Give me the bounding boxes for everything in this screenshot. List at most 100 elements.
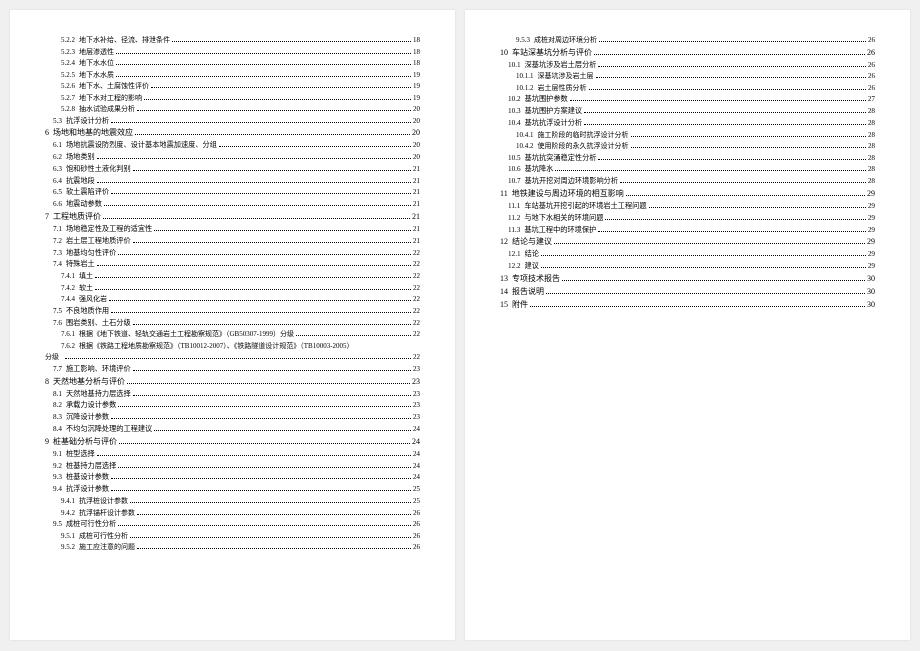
toc-entry-page: 21 xyxy=(413,187,420,198)
toc-entry: 5.2.8抽水试验成果分析20 xyxy=(45,104,420,115)
toc-entry-number: 10.4 xyxy=(508,118,521,129)
toc-entry-page: 29 xyxy=(868,261,875,272)
toc-entry: 9.1桩型选择24 xyxy=(45,449,420,460)
toc-entry-title: 地震动参数 xyxy=(66,199,102,210)
toc-entry-page: 29 xyxy=(867,236,875,248)
toc-entry-number: 7.1 xyxy=(53,224,62,235)
toc-entry-page: 30 xyxy=(867,286,875,298)
toc-entry-number: 12.1 xyxy=(508,249,521,260)
toc-entry-title: 场地类别 xyxy=(66,152,95,163)
toc-entry-page: 29 xyxy=(868,213,875,224)
toc-entry: 15附件30 xyxy=(500,299,875,311)
toc-entry-number: 10.5 xyxy=(508,153,521,164)
toc-entry-title: 基坑开挖对周边环境影响分析 xyxy=(525,176,618,187)
toc-entry-page: 26 xyxy=(868,35,875,46)
toc-entry-number: 8.1 xyxy=(53,389,62,400)
toc-entry-number: 15 xyxy=(500,299,508,311)
toc-dots xyxy=(133,370,411,371)
toc-entry-title: 桩基设计参数 xyxy=(66,472,109,483)
toc-dots xyxy=(598,231,866,232)
toc-dots xyxy=(589,89,867,90)
toc-entry-page: 26 xyxy=(868,71,875,82)
toc-dots xyxy=(541,255,866,256)
toc-dots xyxy=(626,195,865,196)
toc-entry-page: 22 xyxy=(413,271,420,282)
toc-entry-page: 22 xyxy=(413,294,420,305)
toc-entry-page: 21 xyxy=(413,224,420,235)
toc-entry: 10.1.1深基坑涉及岩土层26 xyxy=(500,71,875,82)
toc-entry: 10.4.1施工阶段的临时抗浮设计分析28 xyxy=(500,130,875,141)
toc-entry-number: 6.4 xyxy=(53,176,62,187)
toc-entry: 5.2.7地下水对工程的影响19 xyxy=(45,93,420,104)
toc-entry-title: 基坑抗突涌稳定性分析 xyxy=(525,153,597,164)
toc-entry-title: 特殊岩土 xyxy=(66,259,95,270)
toc-entry: 8.4不均匀沉降处理的工程建议24 xyxy=(45,424,420,435)
toc-dots xyxy=(116,53,411,54)
toc-entry-number: 12.2 xyxy=(508,261,521,272)
toc-entry: 9.5.3成桩对周边环境分析26 xyxy=(500,35,875,46)
toc-entry-number: 7.3 xyxy=(53,248,62,259)
toc-dots xyxy=(154,230,411,231)
toc-dots xyxy=(605,219,865,220)
toc-entry-number: 10.1.1 xyxy=(516,71,534,82)
toc-entry: 5.2.3地层渗透性18 xyxy=(45,47,420,58)
toc-dots xyxy=(620,182,866,183)
toc-dots xyxy=(598,159,865,160)
toc-entry-number: 10 xyxy=(500,47,508,59)
toc-entry-page: 22 xyxy=(413,352,420,363)
toc-entry-number: 9.4.1 xyxy=(61,496,75,507)
toc-entry-page: 25 xyxy=(413,496,420,507)
toc-dots xyxy=(111,478,411,479)
toc-entry-number: 10.4.1 xyxy=(516,130,534,141)
toc-entry-page: 29 xyxy=(868,201,875,212)
toc-entry-page: 20 xyxy=(413,116,420,127)
toc-entry-title: 地下水、土腐蚀性评价 xyxy=(79,81,149,92)
toc-dots xyxy=(599,41,866,42)
toc-entry-number: 11 xyxy=(500,188,508,200)
toc-entry-title: 抽水试验成果分析 xyxy=(79,104,135,115)
toc-entry-title: 场地稳定性及工程的适宜性 xyxy=(66,224,152,235)
toc-entry: 8天然地基分析与评价23 xyxy=(45,376,420,388)
toc-entry: 11.2与地下水相关的环境问题29 xyxy=(500,213,875,224)
toc-entry: 10.4基坑抗浮设计分析28 xyxy=(500,118,875,129)
toc-entry-number: 5.2.3 xyxy=(61,47,75,58)
toc-entry: 7.7施工影响、环境评价23 xyxy=(45,364,420,375)
toc-entry-number: 7.2 xyxy=(53,236,62,247)
toc-entry-page: 28 xyxy=(868,176,875,187)
toc-dots xyxy=(137,548,411,549)
toc-entry-number: 11.2 xyxy=(508,213,520,224)
toc-entry: 10.4.2使用阶段的永久抗浮设计分析28 xyxy=(500,141,875,152)
toc-entry-number: 9.4 xyxy=(53,484,62,495)
toc-entry: 5.3抗浮设计分析20 xyxy=(45,116,420,127)
toc-entry: 6.3饱和砂性土液化判别21 xyxy=(45,164,420,175)
toc-dots xyxy=(104,205,411,206)
toc-dots xyxy=(65,358,411,359)
toc-dots xyxy=(109,300,411,301)
toc-entry: 12.1结论29 xyxy=(500,249,875,260)
toc-entry: 7.3地基均匀性评价22 xyxy=(45,248,420,259)
toc-entry-page: 19 xyxy=(413,81,420,92)
toc-dots xyxy=(118,467,411,468)
toc-entry: 9.4.1抗浮桩设计参数25 xyxy=(45,496,420,507)
toc-dots xyxy=(137,514,411,515)
toc-entry-title: 车站基坑开挖引起的环境岩土工程问题 xyxy=(524,201,646,212)
toc-entry-title: 岩土层工程地质评价 xyxy=(66,236,131,247)
toc-entry-page: 25 xyxy=(413,484,420,495)
toc-entry: 10.1.2岩土层性质分析26 xyxy=(500,83,875,94)
toc-dots xyxy=(546,293,865,294)
page-right: 9.5.3成桩对周边环境分析2610车站深基坑分析与评价2610.1深基坑涉及岩… xyxy=(465,10,910,640)
toc-entry-page: 22 xyxy=(413,318,420,329)
toc-dots xyxy=(95,289,411,290)
toc-entry-page: 29 xyxy=(868,225,875,236)
toc-entry-page: 23 xyxy=(413,412,420,423)
toc-entry-title: 基坑降水 xyxy=(525,164,554,175)
toc-entry: 10.3基坑围护方案建议28 xyxy=(500,106,875,117)
toc-entry-page: 21 xyxy=(413,236,420,247)
toc-entry-title: 地下水对工程的影响 xyxy=(79,93,142,104)
toc-entry: 9.4.2抗浮锚杆设计参数26 xyxy=(45,508,420,519)
toc-entry-page: 18 xyxy=(413,47,420,58)
toc-entry-page: 29 xyxy=(867,188,875,200)
toc-entry-title: 抗浮设计分析 xyxy=(66,116,109,127)
toc-entry: 9.4 抗浮设计参数 25 xyxy=(45,484,420,495)
toc-entry-title: 抗浮设计参数 xyxy=(66,484,109,495)
